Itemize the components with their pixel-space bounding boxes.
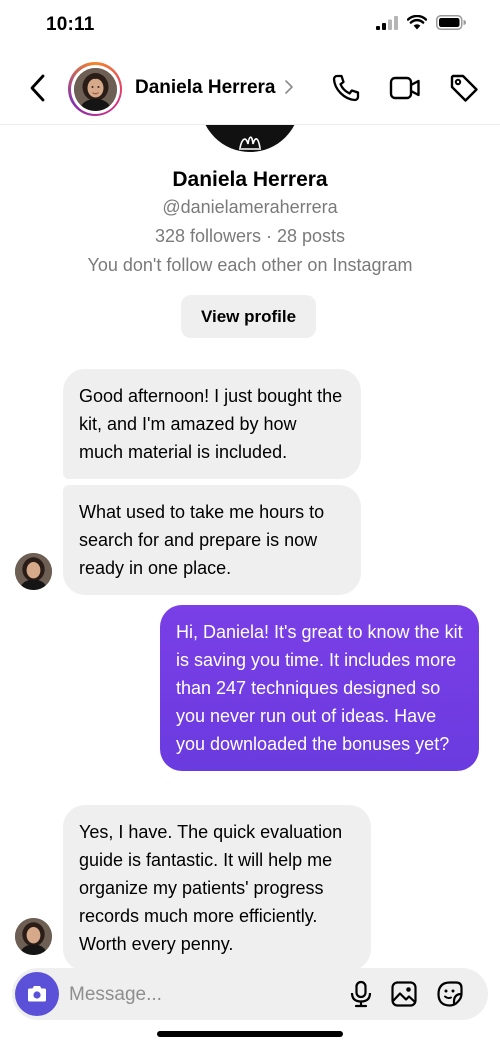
phone-icon[interactable]: [330, 72, 362, 104]
profile-follow-note: You don't follow each other on Instagram: [87, 255, 413, 275]
header-contact-name[interactable]: Daniela Herrera: [135, 77, 275, 99]
message-input[interactable]: [67, 968, 331, 1022]
camera-button[interactable]: [15, 972, 59, 1016]
message-composer: [12, 968, 488, 1022]
avatar-photo: [73, 67, 117, 111]
message-bubble-outgoing[interactable]: Hi, Daniela! It's great to know the kit …: [160, 605, 479, 771]
profile-photo-graphic: [239, 136, 261, 150]
battery-icon: [436, 15, 466, 30]
sticker-icon[interactable]: [436, 980, 464, 1008]
home-indicator: [157, 1031, 343, 1037]
message-avatar[interactable]: [15, 918, 52, 955]
back-arrow-icon[interactable]: [24, 70, 52, 106]
message-bubble-incoming[interactable]: Yes, I have. The quick evaluation guide …: [63, 805, 371, 971]
status-bar: 10:11: [0, 0, 500, 52]
video-call-icon[interactable]: [389, 72, 421, 104]
profile-stats: 328 followers · 28 posts: [154, 226, 346, 246]
message-avatar[interactable]: [15, 553, 52, 590]
chat-header: Daniela Herrera: [0, 52, 500, 125]
chevron-right-icon[interactable]: [284, 79, 294, 95]
tag-icon[interactable]: [448, 72, 480, 104]
header-avatar[interactable]: [68, 62, 122, 116]
camera-icon: [28, 986, 46, 1002]
status-time: 10:11: [46, 14, 95, 35]
profile-handle: @danielameraherrera: [162, 197, 338, 217]
cellular-signal-icon: [376, 15, 398, 30]
status-icons: [376, 15, 466, 30]
view-profile-button[interactable]: View profile: [181, 295, 316, 338]
image-icon[interactable]: [390, 980, 418, 1008]
profile-name: Daniela Herrera: [172, 168, 328, 191]
message-bubble-incoming[interactable]: What used to take me hours to search for…: [63, 485, 361, 595]
message-bubble-incoming[interactable]: Good afternoon! I just bought the kit, a…: [63, 369, 361, 479]
wifi-icon: [407, 15, 427, 30]
microphone-icon[interactable]: [347, 980, 375, 1008]
